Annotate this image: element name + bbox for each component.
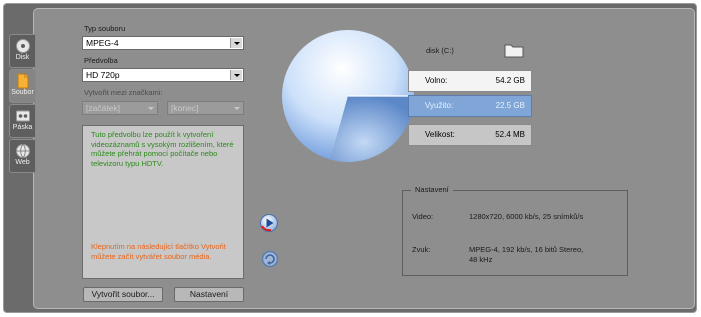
- disk-size-label: Velikost:: [425, 130, 455, 139]
- start-mark-value: [začátek]: [86, 103, 121, 113]
- preset-label: Předvolba: [84, 56, 118, 65]
- file-icon: [17, 73, 28, 89]
- refresh-icon[interactable]: [261, 250, 279, 268]
- chevron-down-icon: [230, 103, 242, 113]
- disk-free-value: 54.2 GB: [495, 76, 525, 85]
- between-marks-label: Vytvořit mezi značkami:: [84, 88, 163, 97]
- disk-used-label: Využito:: [425, 101, 454, 110]
- disk-usage-pie: [282, 30, 414, 162]
- end-mark-select: [konec]: [167, 101, 244, 115]
- preset-value: HD 720p: [86, 70, 120, 80]
- tab-disk[interactable]: Disk: [9, 34, 36, 68]
- settings-button[interactable]: Nastavení: [174, 287, 244, 302]
- tape-icon: [15, 110, 30, 122]
- description-box: Tuto předvolbu lze použít k vytvoření vi…: [82, 125, 244, 279]
- disk-free-row: Volno: 54.2 GB: [408, 70, 532, 92]
- globe-icon: [15, 144, 30, 158]
- create-file-button[interactable]: Vytvořit soubor...: [83, 287, 163, 302]
- file-type-label: Typ souboru: [84, 24, 126, 33]
- video-label: Video:: [412, 212, 434, 221]
- video-value: 1280x720, 6000 kb/s, 25 snímků/s: [469, 212, 584, 221]
- disk-size-row: Velikost: 52.4 MB: [408, 124, 532, 146]
- disk-label: disk (C:): [426, 46, 454, 55]
- tab-disk-label: Disk: [15, 54, 30, 61]
- settings-group: [402, 190, 628, 276]
- tab-file[interactable]: Soubor: [9, 69, 36, 103]
- audio-value-line2: 48 kHz: [469, 255, 493, 264]
- disk-used-row: Využito: 22.5 GB: [408, 95, 532, 117]
- audio-value-line1: MPEG-4, 192 kb/s, 16 bitů Stereo,: [469, 245, 584, 254]
- settings-title: Nastavení: [411, 185, 453, 194]
- disk-used-value: 22.5 GB: [495, 101, 525, 110]
- chevron-down-icon[interactable]: [230, 38, 242, 48]
- file-type-value: MPEG-4: [86, 38, 119, 48]
- audio-label: Zvuk:: [412, 245, 431, 254]
- disk-free-label: Volno:: [425, 76, 448, 85]
- chevron-down-icon[interactable]: [230, 70, 242, 80]
- folder-icon[interactable]: [504, 42, 524, 58]
- start-mark-select: [začátek]: [82, 101, 158, 115]
- tab-web[interactable]: Web: [9, 139, 36, 173]
- create-hint: Klepnutím na následující tlačítko Vytvoř…: [91, 242, 226, 261]
- tab-tape[interactable]: Páska: [9, 104, 36, 138]
- preset-description: Tuto předvolbu lze použít k vytvoření vi…: [91, 130, 234, 168]
- play-preview-icon[interactable]: [259, 213, 279, 233]
- end-mark-value: [konec]: [171, 103, 199, 113]
- chevron-down-icon: [144, 103, 156, 113]
- preset-select[interactable]: HD 720p: [82, 68, 244, 82]
- disc-icon: [15, 39, 30, 53]
- tab-web-label: Web: [15, 159, 30, 166]
- tab-tape-label: Páska: [12, 124, 33, 131]
- file-type-select[interactable]: MPEG-4: [82, 36, 244, 50]
- disk-size-value: 52.4 MB: [495, 130, 525, 139]
- tab-file-label: Soubor: [11, 89, 34, 96]
